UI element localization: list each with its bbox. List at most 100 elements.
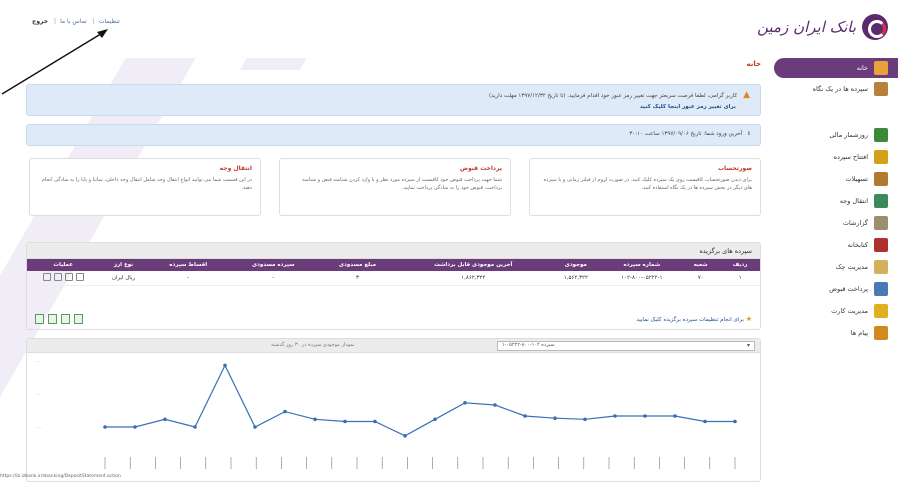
data-point[interactable] [193,425,197,429]
alert-message: کاربر گرامی، لطفا فرصت سریعتر جهت تغییر … [489,93,738,99]
card-desc: برای دیدن صورتحساب کافیست روی یک سپرده ک… [543,177,752,191]
column-header[interactable]: شعبه [681,259,721,271]
table-cell: ۱,۸۶۲,۳۲۲ [397,271,550,286]
coins-icon [874,150,888,164]
data-point[interactable] [493,403,497,407]
edit-icon[interactable] [64,272,73,281]
data-point[interactable] [463,401,467,405]
sidebar-item[interactable]: پرداخت قبوض [768,278,898,300]
data-point[interactable] [553,416,557,420]
bank-logo[interactable]: بانک ایران زمین [757,14,888,40]
column-header[interactable]: نوع ارز [99,259,148,271]
card-title: صورتحساب [718,165,752,172]
table-cell: ۱۰۲-۸۰۰-۰۵۲۲۲-۱ [602,271,682,286]
sidebar-item[interactable]: مدیریت چک [768,256,898,278]
data-point[interactable] [433,417,437,422]
data-point[interactable] [733,419,737,424]
column-header[interactable]: آخرین موجودی قابل برداشت [397,259,550,271]
sidebar-item[interactable]: مدیریت کارت [768,300,898,322]
favorite-settings-link[interactable]: ★ برای انجام تنظیمات سپرده برگزیده کلیک … [636,315,752,323]
data-point[interactable] [673,414,677,418]
data-point[interactable] [283,409,287,414]
chevron-down-icon: ▾ [746,342,750,349]
data-point[interactable] [703,419,707,424]
data-point[interactable] [103,425,107,429]
data-point[interactable] [313,417,317,422]
grid-icon[interactable] [53,272,62,281]
binders-icon [874,238,888,252]
bill-payment-card[interactable]: پرداخت قبوض شما جهت پرداخت قبوض خود کافی… [279,158,511,216]
accounts-table: ردیف شعبه شماره سپرده موجودی آخرین موجودی قا… [27,259,760,286]
home-icon [874,61,888,75]
sidebar-item[interactable]: گزارشات [768,212,898,234]
data-point[interactable] [613,414,617,418]
column-header[interactable]: اقساط سپرده [147,259,229,271]
transfer-card[interactable]: انتقال وجه در این قسمت شما می توانید انو… [29,158,261,216]
export-word-icon[interactable] [61,314,70,324]
sidebar-item-label: گزارشات [842,219,868,227]
export-print-icon[interactable] [74,314,83,324]
data-point[interactable] [373,419,377,424]
sidebar-item-label: خانه [856,64,868,72]
column-header[interactable]: مبلغ مسدودی [317,259,398,271]
column-header[interactable]: عملیات [27,259,100,271]
sidebar-item[interactable]: روزشمار مالی [768,124,898,146]
sidebar-item-label: کتابخانه [847,241,868,249]
table-cell: - [147,271,229,286]
settings-link[interactable]: تنظیمات [99,18,120,25]
sidebar-item-label: پرداخت قبوض [829,285,868,293]
top-links: تنظیمات| تماس با ما| خروج [32,18,120,25]
card-title: انتقال وجه [219,165,252,172]
column-header[interactable]: شماره سپرده [602,259,682,271]
sidebar-item[interactable]: سپرده ها در یک نگاه [768,78,898,100]
history-icon[interactable] [42,272,51,281]
logout-link[interactable]: خروج [32,18,48,25]
column-header[interactable]: ردیف [720,259,760,271]
sidebar-item-label: مدیریت چک [835,263,868,271]
status-bar: https://ib.izbank.ir/ebanking/DepositSta… [0,474,121,479]
statement-icon[interactable] [75,272,84,281]
sidebar-item[interactable]: کتابخانه [768,234,898,256]
export-excel-icon[interactable] [35,314,44,324]
sidebar-item[interactable]: افتتاح سپرده [768,146,898,168]
gift-icon [874,282,888,296]
data-point[interactable] [643,414,647,418]
row-actions [42,272,84,281]
column-header[interactable]: موجودی [549,259,603,271]
data-point[interactable] [523,414,527,418]
export-pdf-icon[interactable] [48,314,57,324]
y-tick-label: ··· [37,392,41,397]
column-header[interactable]: سپرده مسدودی [228,259,318,271]
table-cell: ۷۰ [681,271,721,286]
data-point[interactable] [223,363,227,368]
data-point[interactable] [583,417,587,422]
table-row[interactable]: ۱ ۷۰ ۱۰۲-۸۰۰-۰۵۲۲۲-۱ ۱,۵۶۲,۳۲۲ ۱,۸۶۲,۳۲۲ ۳- - ر… [27,271,760,286]
sidebar-item-label: روزشمار مالی [829,131,868,139]
contact-link[interactable]: تماس با ما [60,18,87,25]
accounts-footer: ★ برای انجام تنظیمات سپرده برگزیده کلیک … [27,309,760,329]
data-point[interactable] [163,417,167,422]
data-point[interactable] [253,425,257,429]
sidebar-item-label: مدیریت کارت [831,307,868,315]
card-title: پرداخت قبوض [459,165,502,172]
sidebar-item[interactable]: تسهیلات [768,168,898,190]
sidebar: خانه سپرده ها در یک نگاه روزشمار مالی افتتا… [768,58,898,482]
sidebar-item[interactable]: خانه [774,58,898,78]
chart-header: نمودار موجودی سپرده در ۳۰ روز گذشته سپرد… [27,339,760,353]
statement-card[interactable]: صورتحساب برای دیدن صورتحساب کافیست روی ی… [529,158,761,216]
data-point[interactable] [403,434,407,438]
sidebar-item[interactable]: پیام ها [768,322,898,344]
sidebar-item-label: سپرده ها در یک نگاه [812,85,868,93]
report-icon [874,216,888,230]
data-point[interactable] [343,419,347,424]
panel-title: سپرده های برگزیده [27,243,760,259]
table-cell: ۱ [720,271,760,286]
change-password-link[interactable]: برای تغییر رمز عبور اینجا کلیک کنید [37,104,736,110]
series-line [105,364,735,437]
deposit-select[interactable]: سپرده ۱۰۲-۸۰۰-۰۵۲۲۲-۱ ▾ [497,341,755,351]
chart-hint: نمودار موجودی سپرده در ۳۰ روز گذشته [271,342,355,348]
table-cell [27,271,100,286]
balance-chart: ··· ··· ··· [37,359,737,469]
data-point[interactable] [133,425,137,429]
sidebar-item[interactable]: انتقال وجه [768,190,898,212]
